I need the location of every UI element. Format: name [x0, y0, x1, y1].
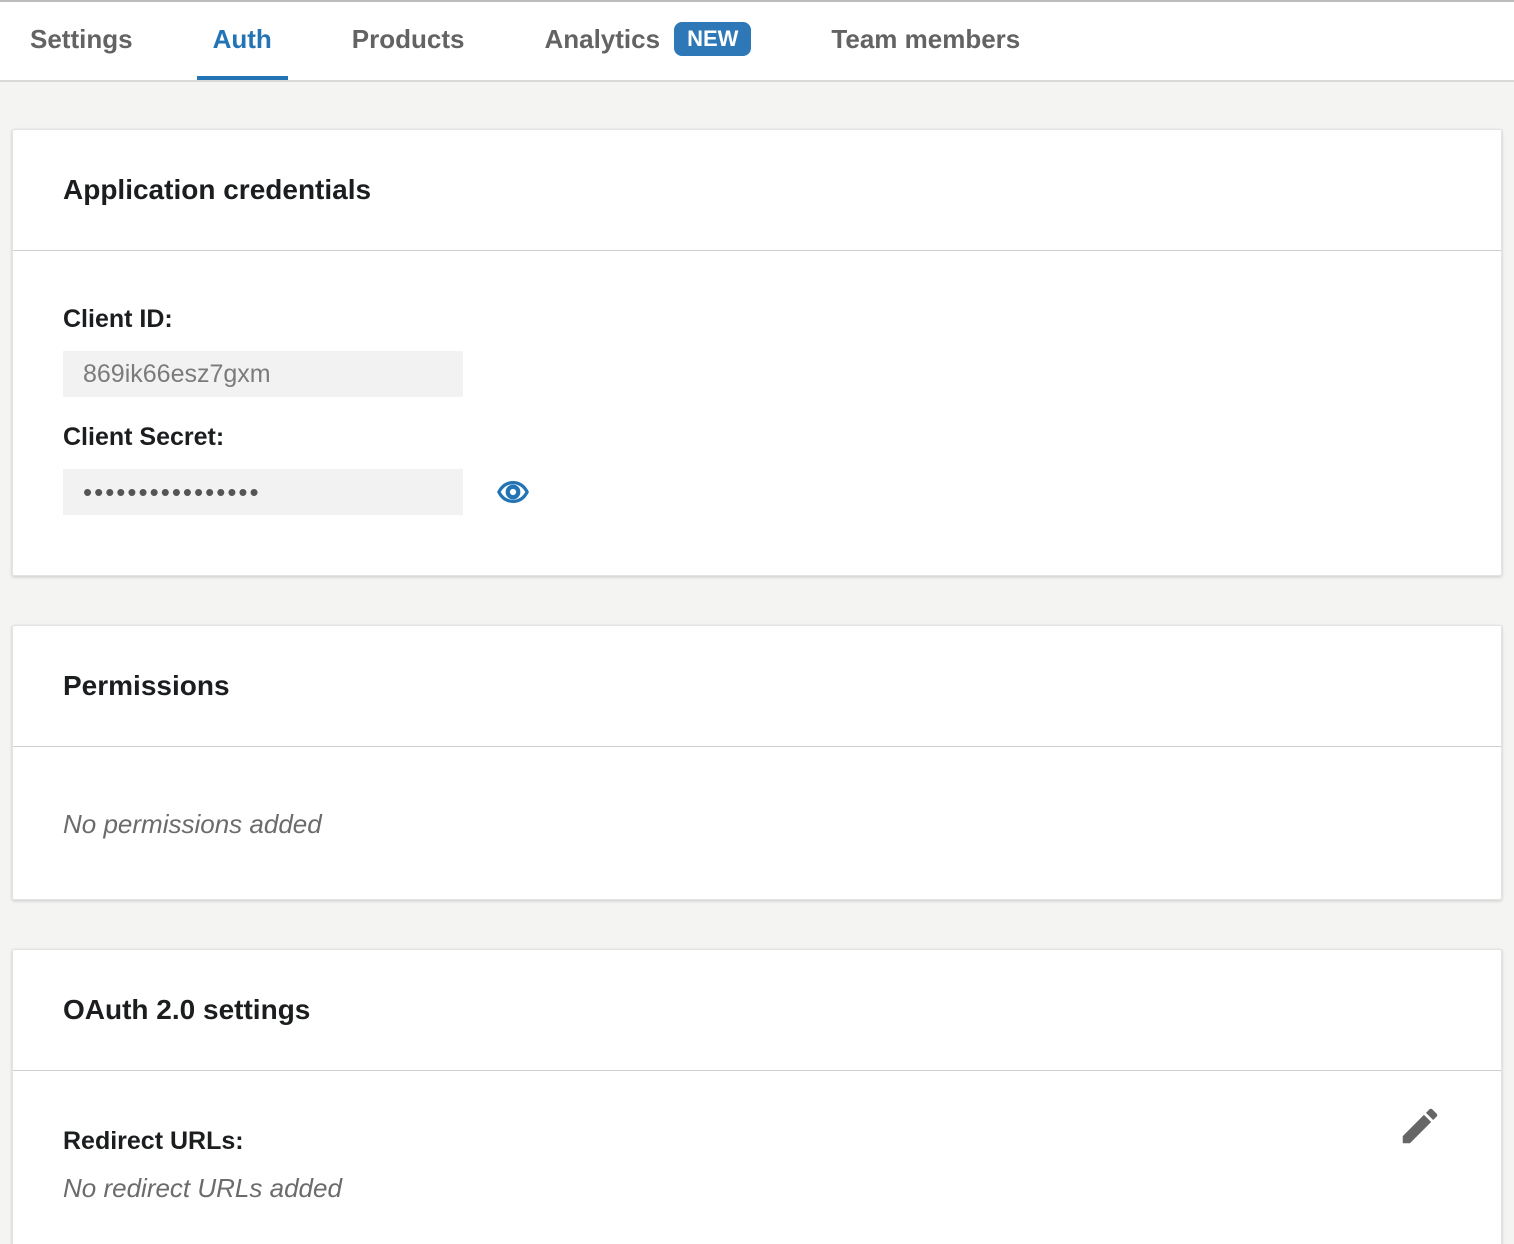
client-id-label: Client ID:	[63, 305, 1451, 333]
new-badge: NEW	[674, 22, 751, 56]
no-redirect-urls-text: No redirect URLs added	[63, 1173, 1451, 1203]
card-oauth-settings: OAuth 2.0 settings Redirect URLs: No red…	[12, 949, 1502, 1244]
pencil-icon	[1397, 1103, 1443, 1149]
oauth-settings-body: Redirect URLs: No redirect URLs added	[13, 1071, 1501, 1244]
client-id-field[interactable]	[63, 351, 463, 397]
oauth-settings-title: OAuth 2.0 settings	[63, 994, 1451, 1026]
permissions-header: Permissions	[13, 626, 1501, 746]
application-credentials-body: Client ID: Client Secret:	[13, 251, 1501, 575]
no-permissions-text: No permissions added	[63, 809, 1451, 839]
card-permissions: Permissions No permissions added	[12, 625, 1502, 900]
tab-settings[interactable]: Settings	[14, 2, 149, 80]
tab-settings-label: Settings	[30, 24, 133, 55]
tab-team-members-label: Team members	[831, 24, 1020, 55]
tab-team-members[interactable]: Team members	[815, 2, 1036, 80]
redirect-urls-label: Redirect URLs:	[63, 1127, 1451, 1155]
tab-products-label: Products	[352, 24, 465, 55]
oauth-settings-header: OAuth 2.0 settings	[13, 950, 1501, 1070]
tab-auth[interactable]: Auth	[197, 2, 288, 80]
tab-auth-label: Auth	[213, 24, 272, 55]
tab-bar: Settings Auth Products Analytics NEW Tea…	[0, 0, 1514, 82]
reveal-secret-button[interactable]	[496, 475, 530, 509]
client-secret-row	[63, 469, 1451, 515]
permissions-title: Permissions	[63, 670, 1451, 702]
application-credentials-header: Application credentials	[13, 130, 1501, 250]
client-secret-label: Client Secret:	[63, 423, 1451, 451]
tab-analytics-label: Analytics	[544, 24, 660, 55]
tab-products[interactable]: Products	[336, 2, 481, 80]
client-secret-field[interactable]	[63, 469, 463, 515]
eye-icon	[496, 475, 530, 509]
permissions-body: No permissions added	[13, 747, 1501, 899]
page-content: Application credentials Client ID: Clien…	[0, 82, 1514, 1244]
tab-analytics[interactable]: Analytics NEW	[528, 2, 767, 80]
edit-redirect-urls-button[interactable]	[1397, 1103, 1443, 1149]
application-credentials-title: Application credentials	[63, 174, 1451, 206]
card-application-credentials: Application credentials Client ID: Clien…	[12, 129, 1502, 576]
